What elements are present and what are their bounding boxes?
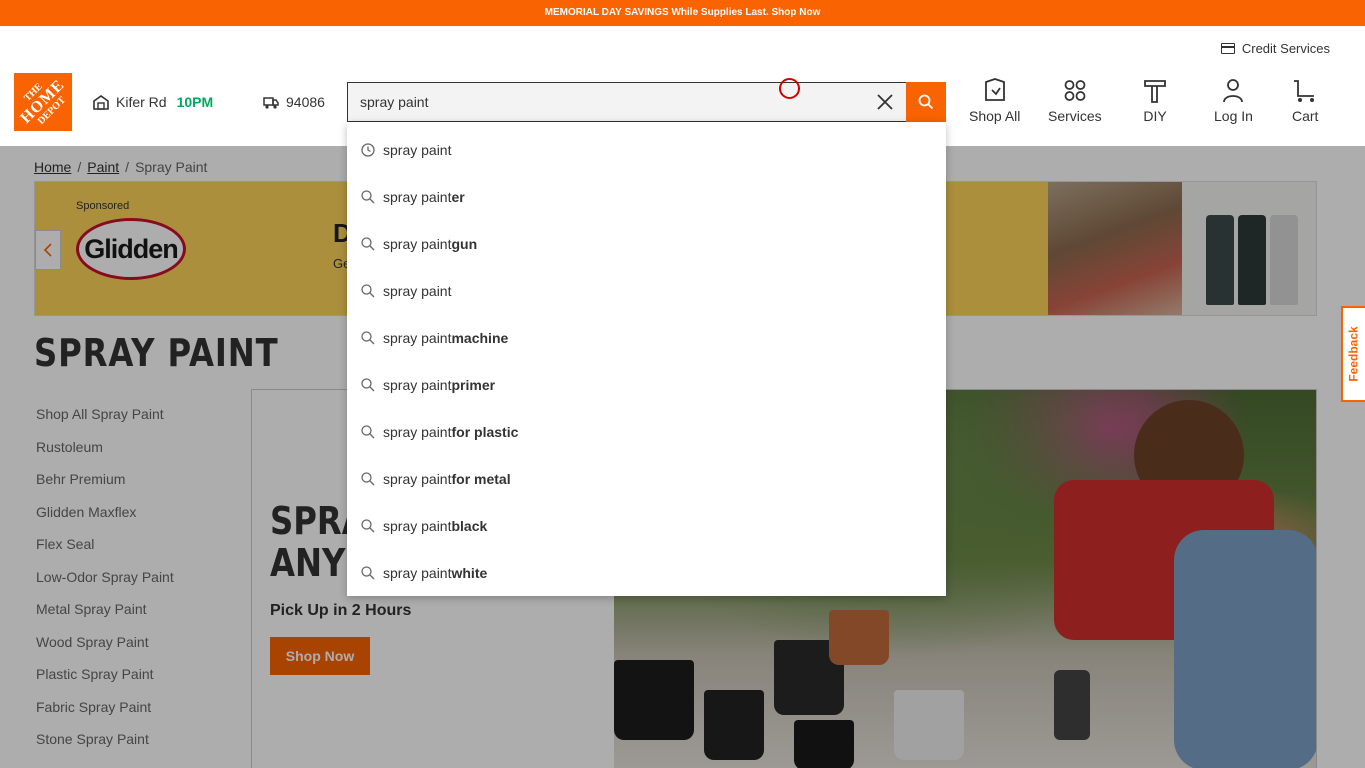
search-icon: [361, 189, 375, 203]
search-bar: [347, 82, 946, 122]
credit-services-label: Credit Services: [1241, 41, 1330, 56]
clear-search-icon[interactable]: [875, 92, 895, 112]
search-icon: [361, 424, 375, 438]
search-icon: [918, 94, 934, 110]
search-icon: [361, 565, 375, 579]
store-hours: 10PM: [176, 94, 214, 110]
suggestion-item[interactable]: spray paint for plastic: [347, 408, 946, 455]
delivery-truck-icon: [263, 96, 279, 109]
store-icon: [93, 94, 109, 110]
services-icon: [1064, 80, 1086, 101]
search-icon: [361, 518, 375, 532]
search-icon: [361, 377, 375, 391]
suggestion-item[interactable]: spray paint gun: [347, 220, 946, 267]
suggestion-item[interactable]: spray paint for metal: [347, 455, 946, 502]
delivery-zip-selector[interactable]: 94086: [263, 94, 325, 110]
promo-banner[interactable]: MEMORIAL DAY SAVINGS While Supplies Last…: [0, 0, 1365, 26]
hammer-icon: [1144, 80, 1166, 103]
suggestion-item[interactable]: spray paint primer: [347, 361, 946, 408]
home-depot-logo[interactable]: THE HOME DEPOT: [14, 73, 72, 131]
store-selector[interactable]: Kifer Rd 10PM: [93, 94, 213, 110]
suggestion-item[interactable]: spray paint: [347, 126, 946, 173]
feedback-tab[interactable]: Feedback: [1341, 306, 1365, 402]
credit-services-link[interactable]: Credit Services: [1220, 41, 1330, 56]
suggestion-item[interactable]: spray paint black: [347, 502, 946, 549]
suggestion-item[interactable]: spray paint white: [347, 549, 946, 596]
nav-cart[interactable]: Cart: [1292, 78, 1318, 124]
nav-shop-all[interactable]: Shop All: [969, 78, 1020, 124]
search-icon: [361, 471, 375, 485]
delivery-zip: 94086: [286, 94, 325, 110]
user-icon: [1223, 79, 1244, 103]
suggestion-item[interactable]: spray paint er: [347, 173, 946, 220]
shop-all-icon: [984, 78, 1005, 101]
search-icon: [361, 283, 375, 297]
credit-card-icon: [1220, 43, 1235, 54]
nav-log-in[interactable]: Log In: [1214, 78, 1253, 124]
search-button[interactable]: [906, 82, 946, 122]
search-icon: [361, 330, 375, 344]
search-input[interactable]: [347, 82, 906, 122]
nav-services[interactable]: Services: [1048, 78, 1102, 124]
search-icon: [361, 236, 375, 250]
cart-icon: [1294, 80, 1315, 102]
nav-diy[interactable]: DIY: [1143, 78, 1167, 124]
store-name: Kifer Rd: [116, 94, 167, 110]
search-suggestions-dropdown: spray paint spray paint er spray paint gu…: [347, 122, 946, 596]
suggestion-item[interactable]: spray paint machine: [347, 314, 946, 361]
history-clock-icon: [361, 142, 375, 157]
cursor-indicator: [779, 78, 800, 99]
suggestion-item[interactable]: spray paint: [347, 267, 946, 314]
